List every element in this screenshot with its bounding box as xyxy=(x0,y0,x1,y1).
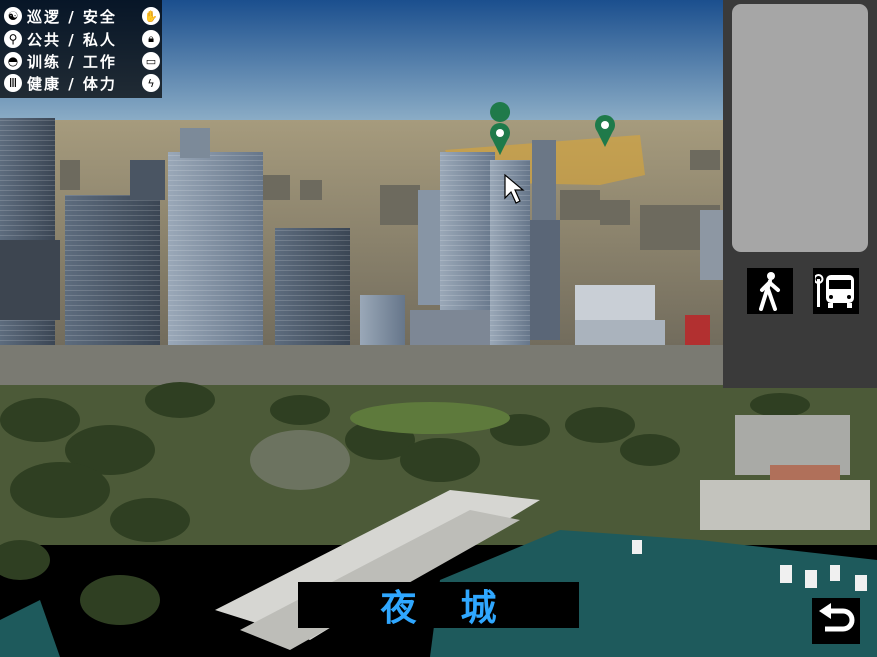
road xyxy=(0,345,723,390)
lawn xyxy=(350,402,510,434)
location-title-bar: 夜城 xyxy=(298,582,579,629)
cap-icon: ◓ xyxy=(4,52,22,70)
role-legend: ☯ 巡逻 / 安全 ✋ ⚲ 公共 / 私人 🔒︎ ◓ 训练 / 工作 ▭ Ⅲ 健… xyxy=(0,0,162,98)
legend-label: 训练 / 工作 xyxy=(27,52,117,71)
water-left xyxy=(0,600,60,657)
legend-row-health: Ⅲ 健康 / 体力 ϟ xyxy=(4,72,160,94)
bus-mode-button[interactable] xyxy=(813,268,859,314)
patrol-icon: ☯ xyxy=(4,7,22,25)
lock-icon: 🔒︎ xyxy=(142,30,160,48)
walk-mode-button[interactable] xyxy=(747,268,793,314)
bus-stop-icon xyxy=(815,274,854,308)
legend-row-patrol: ☯ 巡逻 / 安全 ✋ xyxy=(4,5,160,27)
walking-icon xyxy=(759,272,780,311)
briefcase-icon: ▭ xyxy=(142,52,160,70)
legend-label: 健康 / 体力 xyxy=(27,74,117,93)
back-button[interactable] xyxy=(812,598,860,644)
amphitheater xyxy=(250,430,350,490)
grill-icon: Ⅲ xyxy=(4,74,22,92)
side-panel xyxy=(723,0,877,388)
walking-person-icon: ⚲ xyxy=(4,30,22,48)
info-box xyxy=(732,4,868,252)
hand-icon: ✋ xyxy=(142,7,160,25)
location-title: 夜城 xyxy=(380,588,541,629)
legend-row-training: ◓ 训练 / 工作 ▭ xyxy=(4,50,160,72)
lightning-icon: ϟ xyxy=(142,74,160,92)
legend-row-public: ⚲ 公共 / 私人 🔒︎ xyxy=(4,28,160,50)
back-arrow-icon xyxy=(819,603,855,632)
legend-label: 公共 / 私人 xyxy=(27,30,117,49)
legend-label: 巡逻 / 安全 xyxy=(27,7,117,26)
